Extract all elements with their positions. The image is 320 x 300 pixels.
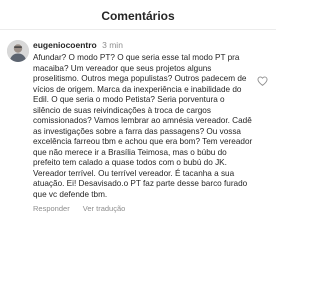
comment-username[interactable]: eugeniocoentro	[33, 40, 97, 50]
comment-actions: Responder Ver tradução	[33, 204, 259, 213]
reply-button[interactable]: Responder	[33, 204, 70, 213]
avatar[interactable]	[7, 40, 29, 62]
comment-time: 3 min	[102, 40, 123, 50]
see-translation-button[interactable]: Ver tradução	[83, 204, 126, 213]
page-title: Comentários	[101, 8, 175, 23]
comment-meta: eugeniocoentro 3 min	[33, 40, 259, 51]
user-avatar-icon	[7, 40, 29, 62]
heart-outline-icon[interactable]	[257, 76, 268, 86]
comment-text: Afundar? O modo PT? O que seria esse tal…	[33, 53, 253, 199]
comment-content: eugeniocoentro 3 min Afundar? O modo PT?…	[33, 40, 259, 213]
comments-header: Comentários	[0, 0, 276, 30]
